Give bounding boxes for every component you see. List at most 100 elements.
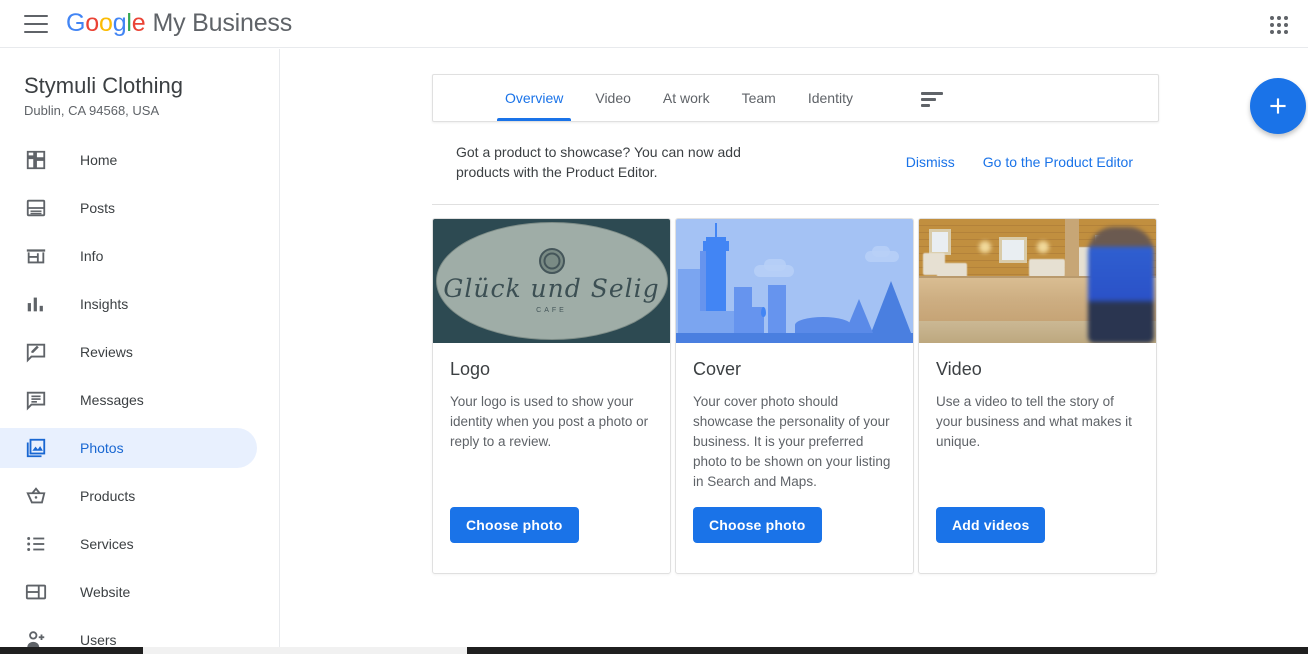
shop-interior-artwork xyxy=(919,219,1156,343)
sidebar-item-messages[interactable]: Messages xyxy=(0,380,279,420)
logo-artwork: Glück und Selig CAFE xyxy=(433,219,670,343)
tab-video[interactable]: Video xyxy=(579,75,647,121)
logo-letter-g2: g xyxy=(113,9,127,37)
tab-identity[interactable]: Identity xyxy=(792,75,869,121)
water-strip xyxy=(676,333,913,343)
droplet-shape xyxy=(761,307,766,317)
cover-card: Cover Your cover photo should showcase t… xyxy=(675,218,914,574)
logo-sub-text: CAFE xyxy=(536,307,567,314)
go-to-product-editor-link[interactable]: Go to the Product Editor xyxy=(983,154,1133,170)
photos-panel: Overview Video At work Team Identity Got… xyxy=(432,74,1159,574)
logo-letter-o1: o xyxy=(85,9,99,37)
product-name: My Business xyxy=(152,9,292,37)
sidebar-item-label: Website xyxy=(80,584,130,600)
tab-bar: Overview Video At work Team Identity xyxy=(432,74,1159,122)
photo-icon xyxy=(24,436,48,460)
tab-label: Video xyxy=(595,90,631,106)
sidebar-item-users[interactable]: Users xyxy=(0,620,279,647)
tab-label: At work xyxy=(663,90,710,106)
add-videos-button[interactable]: Add videos xyxy=(936,507,1045,543)
sidebar-item-label: Messages xyxy=(80,392,144,408)
review-icon xyxy=(24,340,48,364)
product-editor-banner: Got a product to showcase? You can now a… xyxy=(432,122,1159,205)
sidebar-item-insights[interactable]: Insights xyxy=(0,284,279,324)
logo-script-text: Glück und Selig xyxy=(443,274,659,303)
tab-team[interactable]: Team xyxy=(726,75,792,121)
basket-icon xyxy=(24,484,48,508)
logo-letter-g1: G xyxy=(66,9,85,37)
choose-photo-cover-button[interactable]: Choose photo xyxy=(693,507,822,543)
posts-icon xyxy=(24,196,48,220)
tab-list: Overview Video At work Team Identity xyxy=(489,75,869,121)
tab-label: Team xyxy=(742,90,776,106)
card-title: Video xyxy=(936,359,1139,380)
tab-overview[interactable]: Overview xyxy=(489,75,579,121)
dismiss-button[interactable]: Dismiss xyxy=(906,154,955,170)
sidebar-item-website[interactable]: Website xyxy=(0,572,279,612)
sidebar-item-info[interactable]: Info xyxy=(0,236,279,276)
top-app-bar: GoogleMy Business xyxy=(0,0,1308,48)
add-photo-fab[interactable] xyxy=(1250,78,1306,134)
choose-photo-logo-button[interactable]: Choose photo xyxy=(450,507,579,543)
cover-preview-image[interactable] xyxy=(676,219,913,343)
main-scrollbar-thumb[interactable] xyxy=(467,647,1308,654)
wall-lamp xyxy=(979,241,991,253)
cover-card-body: Cover Your cover photo should showcase t… xyxy=(676,343,913,573)
hamburger-menu-icon[interactable] xyxy=(24,15,48,33)
tab-label: Overview xyxy=(505,90,563,106)
window-shape xyxy=(999,237,1027,263)
sidebar-scrollbar-thumb[interactable] xyxy=(0,647,143,654)
sort-icon[interactable] xyxy=(921,92,943,107)
cloud-shape xyxy=(872,246,890,257)
dashboard-icon xyxy=(24,148,48,172)
video-card: Video Use a video to tell the story of y… xyxy=(918,218,1157,574)
sidebar-item-label: Info xyxy=(80,248,103,264)
google-my-business-logo: GoogleMy Business xyxy=(66,9,292,38)
apps-grid-icon[interactable] xyxy=(1266,12,1292,38)
sidebar-item-label: Reviews xyxy=(80,344,133,360)
logo-letter-e: e xyxy=(132,9,146,37)
sidebar-item-label: Posts xyxy=(80,200,115,216)
business-name: Stymuli Clothing xyxy=(24,73,279,99)
sidebar-item-label: Insights xyxy=(80,296,128,312)
sidebar-item-label: Users xyxy=(80,632,117,647)
video-card-body: Video Use a video to tell the story of y… xyxy=(919,343,1156,573)
business-address: Dublin, CA 94568, USA xyxy=(24,103,279,118)
sidebar-item-photos[interactable]: Photos xyxy=(0,428,257,468)
mountain-shape xyxy=(871,281,911,333)
sidebar-item-services[interactable]: Services xyxy=(0,524,279,564)
sidebar-nav: Home Posts Info Insights Reviews xyxy=(0,140,279,647)
sidebar-item-label: Services xyxy=(80,536,134,552)
tab-at-work[interactable]: At work xyxy=(647,75,726,121)
banner-message: Got a product to showcase? You can now a… xyxy=(456,142,796,182)
sidebar-item-label: Products xyxy=(80,488,135,504)
main-content: Overview Video At work Team Identity Got… xyxy=(281,49,1308,647)
sidebar-item-label: Home xyxy=(80,152,117,168)
sidebar-item-home[interactable]: Home xyxy=(0,140,279,180)
logo-letter-o2: o xyxy=(99,9,113,37)
video-card-actions: Add videos xyxy=(936,507,1139,573)
card-title: Cover xyxy=(693,359,896,380)
antenna-shape xyxy=(715,223,717,243)
person-add-icon xyxy=(24,628,48,647)
cityscape-artwork xyxy=(676,219,913,343)
sidebar-item-posts[interactable]: Posts xyxy=(0,188,279,228)
window-shape xyxy=(929,229,951,255)
building-shape xyxy=(768,285,786,333)
bar-chart-icon xyxy=(24,292,48,316)
video-preview-image[interactable] xyxy=(919,219,1156,343)
logo-ellipse: Glück und Selig CAFE xyxy=(436,222,668,340)
logo-card-body: Logo Your logo is used to show your iden… xyxy=(433,343,670,573)
sidebar-item-reviews[interactable]: Reviews xyxy=(0,332,279,372)
storefront-icon xyxy=(24,244,48,268)
card-title: Logo xyxy=(450,359,653,380)
shelf-goods xyxy=(1029,259,1065,277)
list-icon xyxy=(24,532,48,556)
card-description: Your cover photo should showcase the per… xyxy=(693,392,896,492)
card-description: Your logo is used to show your identity … xyxy=(450,392,653,452)
latte-art-icon xyxy=(539,248,565,274)
sidebar-item-products[interactable]: Products xyxy=(0,476,279,516)
card-description: Use a video to tell the story of your bu… xyxy=(936,392,1139,452)
plus-icon xyxy=(1265,93,1291,119)
logo-preview-image[interactable]: Glück und Selig CAFE xyxy=(433,219,670,343)
